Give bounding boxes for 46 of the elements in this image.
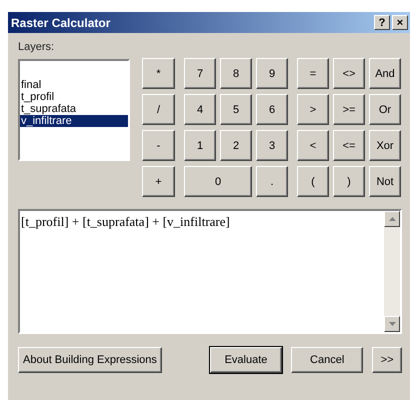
more-button[interactable]: >> xyxy=(372,347,402,373)
layer-item[interactable]: t_suprafata xyxy=(20,103,128,115)
digit-key[interactable]: . xyxy=(256,166,288,197)
window-title: Raster Calculator xyxy=(11,16,110,30)
up-arrow-icon xyxy=(388,217,396,221)
digit-key[interactable]: 9 xyxy=(256,58,288,89)
operator-key[interactable]: < xyxy=(297,130,329,161)
operator-key[interactable]: ) xyxy=(333,166,365,197)
layer-item[interactable]: v_infiltrare xyxy=(20,115,128,127)
operator-key[interactable]: Xor xyxy=(369,130,401,161)
operator-key[interactable]: Or xyxy=(369,94,401,125)
operator-key[interactable]: ( xyxy=(297,166,329,197)
digit-key[interactable]: 3 xyxy=(256,130,288,161)
operator-key[interactable]: > xyxy=(297,94,329,125)
expression-field[interactable]: [t_profil] + [t_suprafata] + [v_infiltrare] xyxy=(18,209,402,334)
close-button[interactable]: × xyxy=(392,15,408,30)
evaluate-button[interactable]: Evaluate xyxy=(210,347,282,373)
operator-key[interactable]: / xyxy=(142,94,175,125)
scrollbar[interactable] xyxy=(384,211,400,332)
digit-key[interactable]: 0 xyxy=(184,166,252,197)
digit-key[interactable]: 6 xyxy=(256,94,288,125)
scroll-down-button[interactable] xyxy=(384,316,400,332)
operator-key[interactable]: >= xyxy=(333,94,365,125)
digit-key[interactable]: 2 xyxy=(220,130,252,161)
operator-key[interactable]: Not xyxy=(369,166,401,197)
layer-item[interactable]: final xyxy=(20,79,128,91)
operator-key[interactable]: <= xyxy=(333,130,365,161)
layers-label: Layers: xyxy=(18,41,56,53)
operator-key[interactable]: <> xyxy=(333,58,365,89)
operator-key[interactable]: And xyxy=(369,58,401,89)
operator-key[interactable]: - xyxy=(142,130,175,161)
operator-key[interactable]: * xyxy=(142,58,175,89)
operator-key[interactable]: = xyxy=(297,58,329,89)
cancel-button[interactable]: Cancel xyxy=(291,347,364,373)
help-button[interactable]: ? xyxy=(374,15,390,30)
expression-text: [t_profil] + [t_suprafata] + [v_infiltrare] xyxy=(20,213,231,231)
about-button[interactable]: About Building Expressions xyxy=(18,347,162,373)
layer-item[interactable]: t_profil xyxy=(20,91,128,103)
digit-key[interactable]: 8 xyxy=(220,58,252,89)
digit-key[interactable]: 4 xyxy=(184,94,216,125)
digit-key[interactable]: 1 xyxy=(184,130,216,161)
operator-key[interactable]: + xyxy=(142,166,175,197)
scroll-up-button[interactable] xyxy=(384,211,400,227)
digit-key[interactable]: 5 xyxy=(220,94,252,125)
digit-key[interactable]: 7 xyxy=(184,58,216,89)
down-arrow-icon xyxy=(388,322,396,326)
